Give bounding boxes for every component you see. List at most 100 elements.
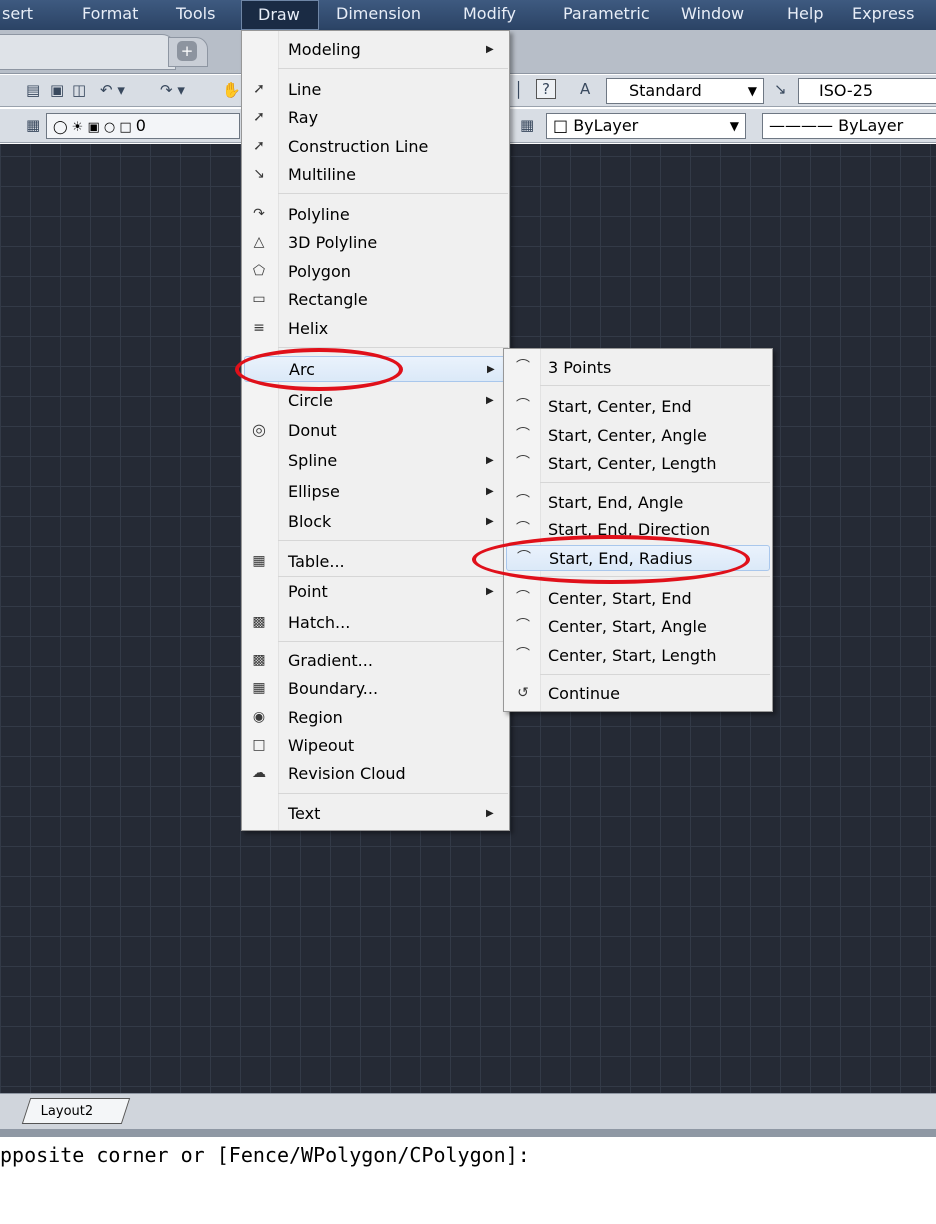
table-label: Table... (288, 552, 345, 571)
new-tab-button[interactable]: + (168, 37, 208, 67)
menu-item-line[interactable]: ➚ Line (244, 77, 507, 103)
paste-icon[interactable]: ▤ (26, 81, 40, 99)
multiline-icon: ↘ (253, 166, 265, 182)
chevron-right-icon: ▶ (486, 808, 494, 819)
chevron-right-icon: ▶ (486, 395, 494, 406)
menu-express[interactable]: Express (852, 0, 914, 30)
circle-label: Circle (288, 391, 333, 410)
menu-separator (540, 674, 770, 675)
undo-icon[interactable]: ↶ ▾ (100, 81, 125, 99)
menu-item-rectangle[interactable]: ▭ Rectangle (244, 287, 507, 313)
menu-item-wipeout[interactable]: □ Wipeout (244, 733, 507, 759)
layout2-tab-label: Layout2 (40, 1104, 94, 1119)
text-style-icon[interactable]: A (580, 80, 590, 98)
arc-item-center-start-angle[interactable]: ⌒ Center, Start, Angle (506, 614, 770, 640)
color-value: ByLayer (573, 116, 639, 135)
arc-center-start-end-label: Center, Start, End (548, 589, 692, 608)
arc-item-start-center-length[interactable]: ⌒ Start, Center, Length (506, 451, 770, 477)
arc-3-points-label: 3 Points (548, 358, 612, 377)
region-label: Region (288, 708, 343, 727)
menu-item-ellipse[interactable]: Ellipse ▶ (244, 479, 507, 505)
ellipse-label: Ellipse (288, 482, 340, 501)
arc-item-start-center-angle[interactable]: ⌒ Start, Center, Angle (506, 423, 770, 449)
chevron-right-icon: ▶ (486, 44, 494, 55)
redo-icon[interactable]: ↷ ▾ (160, 81, 185, 99)
menu-separator (278, 193, 508, 194)
arc-continue-label: Continue (548, 684, 620, 703)
revision-cloud-label: Revision Cloud (288, 764, 406, 783)
layer-value: 0 (135, 116, 146, 135)
arc-item-center-start-end[interactable]: ⌒ Center, Start, End (506, 586, 770, 612)
menu-item-ray[interactable]: ➚ Ray (244, 105, 507, 131)
arc-item-3-points[interactable]: ⌒ 3 Points (506, 355, 770, 381)
menu-item-block[interactable]: Block ▶ (244, 509, 507, 535)
drawing-tab[interactable] (0, 34, 176, 70)
pan-icon[interactable]: ✋ (222, 81, 241, 99)
dim-style-icon[interactable]: ↘ (774, 80, 787, 98)
menu-item-boundary[interactable]: ▦ Boundary... (244, 676, 507, 702)
annotation-ellipse-start-end-radius (472, 535, 750, 584)
help-icon[interactable]: ? (536, 79, 556, 99)
text-style-select[interactable]: Standard ▼ (606, 78, 764, 104)
layer-previous-icon[interactable]: ▦ (520, 116, 534, 134)
chevron-down-icon: ▼ (747, 84, 757, 98)
linetype-select[interactable]: ———— ByLayer (762, 113, 936, 139)
menu-item-point[interactable]: Point ▶ (244, 579, 507, 605)
menu-tools[interactable]: Tools (176, 0, 215, 30)
menu-item-circle[interactable]: Circle ▶ (244, 388, 507, 414)
revision-cloud-icon: ☁ (252, 765, 266, 781)
menu-item-region[interactable]: ◉ Region (244, 705, 507, 731)
menu-item-construction-line[interactable]: ➚ Construction Line (244, 134, 507, 160)
donut-label: Donut (288, 421, 337, 440)
dim-style-select[interactable]: ISO-25 (798, 78, 936, 104)
layer-select[interactable]: ◯ ☀ ▣ ○ □ 0 (46, 113, 240, 139)
menu-item-text[interactable]: Text ▶ (244, 801, 507, 827)
command-line[interactable]: pposite corner or [Fence/WPolygon/CPolyg… (0, 1137, 936, 1224)
arc-start-end-angle-label: Start, End, Angle (548, 493, 684, 512)
menu-help[interactable]: Help (787, 0, 823, 30)
menu-item-table[interactable]: ▦ Table... (244, 549, 507, 575)
ray-icon: ➚ (253, 109, 265, 125)
gradient-label: Gradient... (288, 651, 373, 670)
menu-separator (278, 793, 508, 794)
menu-item-modeling[interactable]: Modeling ▶ (244, 37, 507, 63)
color-select[interactable]: □ ByLayer ▼ (546, 113, 746, 139)
command-splitter[interactable] (0, 1129, 936, 1137)
menu-format[interactable]: Format (82, 0, 138, 30)
command-prompt-text: pposite corner or [Fence/WPolygon/CPolyg… (0, 1143, 530, 1167)
menu-modify[interactable]: Modify (463, 0, 516, 30)
polygon-label: Polygon (288, 262, 351, 281)
menu-item-revision-cloud[interactable]: ☁ Revision Cloud (244, 761, 507, 787)
menu-item-polygon[interactable]: ⬠ Polygon (244, 259, 507, 285)
arc-3-points-icon: ⌒ (516, 359, 530, 375)
menu-item-multiline[interactable]: ↘ Multiline (244, 162, 507, 188)
menu-item-3d-polyline[interactable]: △ 3D Polyline (244, 230, 507, 256)
arc-center-start-angle-icon: ⌒ (516, 618, 530, 634)
menu-item-helix[interactable]: ≡ Helix (244, 316, 507, 342)
layout2-tab[interactable]: Layout2 (21, 1098, 131, 1124)
text-label: Text (288, 804, 321, 823)
menu-dimension[interactable]: Dimension (336, 0, 421, 30)
menu-item-polyline[interactable]: ↷ Polyline (244, 202, 507, 228)
arc-start-center-length-label: Start, Center, Length (548, 454, 717, 473)
menu-separator (540, 385, 770, 386)
menu-item-hatch[interactable]: ▩ Hatch... (244, 610, 507, 636)
arc-item-start-center-end[interactable]: ⌒ Start, Center, End (506, 394, 770, 420)
menu-item-donut[interactable]: ◎ Donut (244, 418, 507, 444)
menu-window[interactable]: Window (681, 0, 744, 30)
menu-item-spline[interactable]: Spline ▶ (244, 448, 507, 474)
arc-item-center-start-length[interactable]: ⌒ Center, Start, Length (506, 643, 770, 669)
menu-draw[interactable]: Draw (241, 0, 319, 30)
arc-item-start-end-angle[interactable]: ⌒ Start, End, Angle (506, 490, 770, 516)
match-properties-icon[interactable]: ▣ (50, 81, 64, 99)
menu-parametric[interactable]: Parametric (563, 0, 650, 30)
menu-insert[interactable]: sert (2, 0, 33, 30)
hatch-icon: ▩ (252, 614, 266, 630)
menu-item-gradient[interactable]: ▩ Gradient... (244, 648, 507, 674)
block-editor-icon[interactable]: ◫ (72, 81, 86, 99)
wipeout-icon: □ (252, 737, 266, 753)
chevron-right-icon: ▶ (486, 516, 494, 527)
menu-bar: sert Format Tools Draw Dimension Modify … (0, 0, 936, 30)
layer-manager-icon[interactable]: ▦ (26, 116, 40, 134)
arc-item-continue[interactable]: ↺ Continue (506, 681, 770, 707)
